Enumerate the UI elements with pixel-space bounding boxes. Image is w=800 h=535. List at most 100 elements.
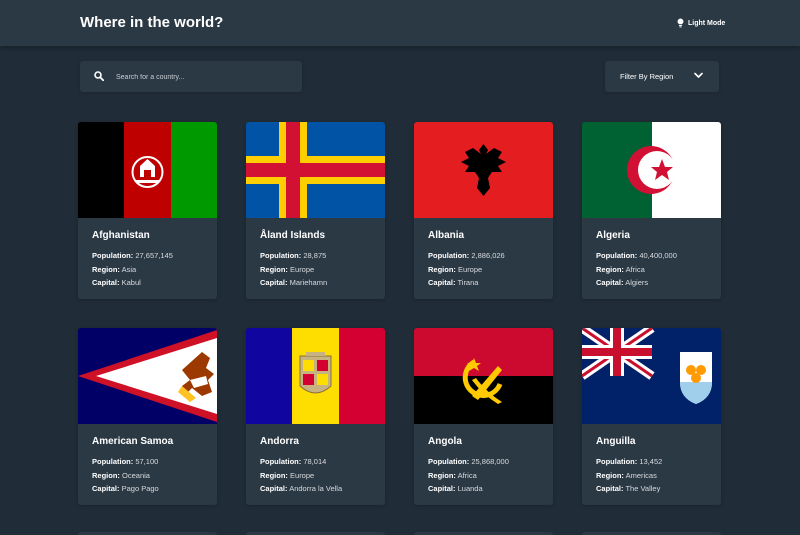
region-label: Region: xyxy=(596,471,624,480)
country-name: Albania xyxy=(428,230,465,241)
region-label: Region: xyxy=(428,265,456,274)
albania-flag xyxy=(414,122,553,218)
light-mode-toggle[interactable]: Light Mode xyxy=(677,17,725,29)
region-label: Region: xyxy=(92,471,120,480)
capital-label: Capital: xyxy=(260,484,288,493)
population-label: Population: xyxy=(596,457,638,466)
capital-value: Andorra la Vella xyxy=(289,484,343,493)
capital-value: Mariehamn xyxy=(289,278,328,287)
population-label: Population: xyxy=(260,457,302,466)
top-bar: Where in the world? Light Mode xyxy=(0,0,800,46)
capital-stat: Capital: Tirana xyxy=(428,278,478,287)
country-name: Anguilla xyxy=(596,436,636,447)
population-stat: Population: 57,100 xyxy=(92,457,158,466)
region-label: Region: xyxy=(260,265,288,274)
capital-label: Capital: xyxy=(260,278,288,287)
country-card-angola[interactable]: Angola Population: 25,868,000 Region: Af… xyxy=(414,328,553,505)
population-label: Population: xyxy=(596,251,638,260)
population-stat: Population: 13,452 xyxy=(596,457,662,466)
capital-stat: Capital: Andorra la Vella xyxy=(260,484,342,493)
population-label: Population: xyxy=(92,251,134,260)
region-stat: Region: Europe xyxy=(260,265,314,274)
search-box[interactable] xyxy=(80,61,302,92)
population-value: 28,875 xyxy=(303,251,327,260)
region-label: Region: xyxy=(428,471,456,480)
region-stat: Region: Europe xyxy=(428,265,482,274)
population-stat: Population: 28,875 xyxy=(260,251,326,260)
region-value: Americas xyxy=(625,471,657,480)
algeria-flag xyxy=(582,122,721,218)
region-stat: Region: Africa xyxy=(428,471,477,480)
capital-label: Capital: xyxy=(596,278,624,287)
region-value: Europe xyxy=(290,471,315,480)
population-stat: Population: 25,868,000 xyxy=(428,457,509,466)
region-stat: Region: Americas xyxy=(596,471,657,480)
region-stat: Region: Africa xyxy=(596,265,645,274)
capital-stat: Capital: The Valley xyxy=(596,484,660,493)
population-stat: Population: 40,400,000 xyxy=(596,251,677,260)
capital-stat: Capital: Pago Pago xyxy=(92,484,159,493)
country-name: American Samoa xyxy=(92,436,174,447)
capital-value: Algiers xyxy=(625,278,649,287)
region-value: Africa xyxy=(625,265,645,274)
population-label: Population: xyxy=(428,457,470,466)
population-label: Population: xyxy=(428,251,470,260)
capital-label: Capital: xyxy=(92,484,120,493)
country-name: Andorra xyxy=(260,436,299,447)
capital-value: Pago Pago xyxy=(121,484,159,493)
country-card-american-samoa[interactable]: American Samoa Population: 57,100 Region… xyxy=(78,328,217,505)
capital-stat: Capital: Algiers xyxy=(596,278,648,287)
capital-label: Capital: xyxy=(428,484,456,493)
region-label: Region: xyxy=(260,471,288,480)
light-mode-label: Light Mode xyxy=(688,19,726,27)
lightbulb-icon xyxy=(677,18,684,28)
population-stat: Population: 2,886,026 xyxy=(428,251,505,260)
capital-label: Capital: xyxy=(596,484,624,493)
country-name: Åland Islands xyxy=(260,230,326,241)
search-icon xyxy=(94,71,104,81)
population-value: 2,886,026 xyxy=(471,251,505,260)
search-input[interactable] xyxy=(114,68,298,87)
region-filter-label: Filter By Region xyxy=(620,72,674,81)
capital-value: The Valley xyxy=(625,484,661,493)
region-stat: Region: Oceania xyxy=(92,471,150,480)
capital-stat: Capital: Mariehamn xyxy=(260,278,327,287)
population-value: 13,452 xyxy=(639,457,663,466)
capital-stat: Capital: Luanda xyxy=(428,484,483,493)
population-value: 78,014 xyxy=(303,457,327,466)
population-value: 27,657,145 xyxy=(135,251,173,260)
country-name: Afghanistan xyxy=(92,230,150,241)
andorra-flag xyxy=(246,328,385,424)
population-label: Population: xyxy=(92,457,134,466)
country-card-afghanistan[interactable]: Afghanistan Population: 27,657,145 Regio… xyxy=(78,122,217,299)
population-label: Population: xyxy=(260,251,302,260)
app-title: Where in the world? xyxy=(80,14,224,31)
region-label: Region: xyxy=(596,265,624,274)
region-value: Africa xyxy=(457,471,477,480)
capital-stat: Capital: Kabul xyxy=(92,278,141,287)
american-samoa-flag xyxy=(78,328,217,424)
region-stat: Region: Asia xyxy=(92,265,136,274)
chevron-down-icon xyxy=(694,72,703,78)
country-card-albania[interactable]: Albania Population: 2,886,026 Region: Eu… xyxy=(414,122,553,299)
region-value: Europe xyxy=(290,265,315,274)
country-card-algeria[interactable]: Algeria Population: 40,400,000 Region: A… xyxy=(582,122,721,299)
aland-islands-flag xyxy=(246,122,385,218)
capital-value: Kabul xyxy=(121,278,141,287)
region-stat: Region: Europe xyxy=(260,471,314,480)
region-label: Region: xyxy=(92,265,120,274)
region-value: Oceania xyxy=(122,471,150,480)
capital-value: Tirana xyxy=(457,278,479,287)
country-name: Algeria xyxy=(596,230,630,241)
country-card-aland-islands[interactable]: Åland Islands Population: 28,875 Region:… xyxy=(246,122,385,299)
region-filter-dropdown[interactable]: Filter By Region xyxy=(605,61,719,92)
population-value: 57,100 xyxy=(135,457,159,466)
country-card-anguilla[interactable]: Anguilla Population: 13,452 Region: Amer… xyxy=(582,328,721,505)
capital-value: Luanda xyxy=(457,484,483,493)
region-value: Asia xyxy=(121,265,137,274)
capital-label: Capital: xyxy=(428,278,456,287)
country-card-andorra[interactable]: Andorra Population: 78,014 Region: Europ… xyxy=(246,328,385,505)
country-name: Angola xyxy=(428,436,462,447)
population-stat: Population: 78,014 xyxy=(260,457,326,466)
population-value: 25,868,000 xyxy=(471,457,509,466)
